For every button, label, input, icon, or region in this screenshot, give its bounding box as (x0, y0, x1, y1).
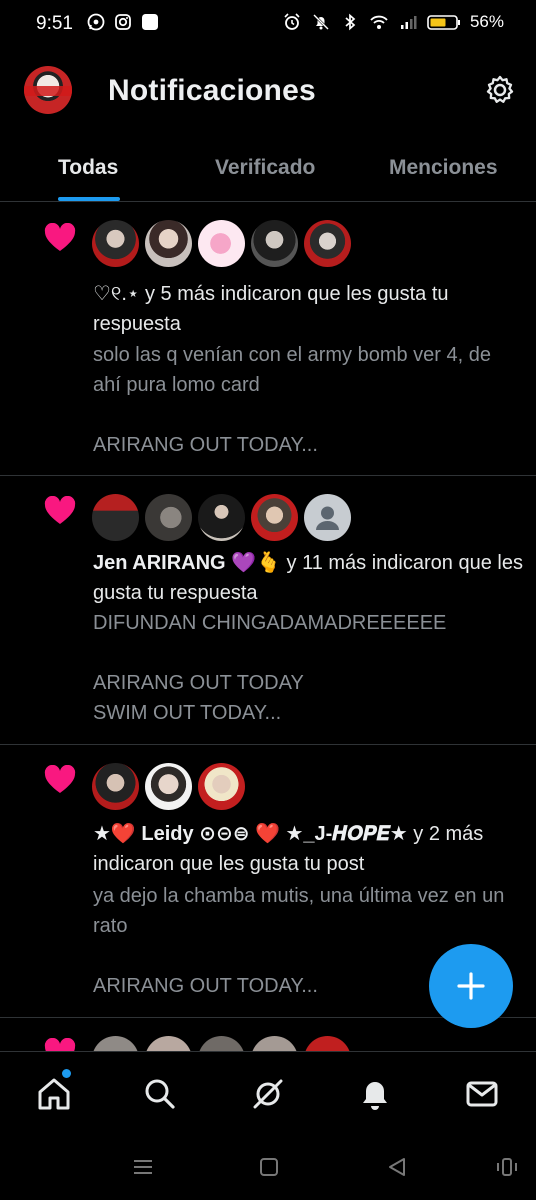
battery-percent: 56% (469, 12, 504, 31)
profile-avatar[interactable] (24, 66, 72, 114)
app-notification-icon (142, 14, 158, 30)
messages-mail-icon[interactable] (462, 1074, 502, 1114)
avatar[interactable] (145, 220, 192, 267)
status-bar: 9:51 56% (0, 0, 536, 48)
whatsapp-icon (87, 13, 105, 31)
compose-button[interactable] (429, 944, 513, 1028)
bottom-navigation (0, 1051, 536, 1135)
alarm-icon (284, 13, 300, 30)
tab-verificado[interactable]: Verificado (215, 156, 315, 180)
notifications-bell-icon[interactable] (355, 1074, 395, 1114)
avatar-row (92, 220, 351, 267)
home-icon[interactable] (34, 1074, 74, 1114)
avatar-row (92, 494, 351, 541)
avatar[interactable] (251, 494, 298, 541)
notification-item[interactable]: Jen ARIRANG 💜🫰 y 11 más indicaron que le… (0, 476, 536, 745)
status-app-icons (86, 12, 160, 32)
grok-icon[interactable] (248, 1074, 288, 1114)
notification-tabs: Todas Verificado Menciones (0, 140, 536, 202)
notification-text: Jen ARIRANG 💜🫰 y 11 más indicaron que le… (93, 548, 523, 608)
settings-gear-icon[interactable] (484, 74, 516, 106)
home-square-icon[interactable] (256, 1155, 282, 1179)
wifi-icon (370, 15, 388, 29)
avatar[interactable] (198, 494, 245, 541)
tab-menciones[interactable]: Menciones (389, 156, 498, 180)
search-icon[interactable] (140, 1074, 180, 1114)
avatar[interactable] (92, 220, 139, 267)
heart-icon (44, 765, 76, 793)
battery-icon (427, 15, 460, 30)
default-avatar[interactable] (304, 494, 351, 541)
notification-item[interactable]: ♡୧.⋆ y 5 más indicaron que les gusta tu … (0, 203, 536, 476)
avatar-row (92, 763, 245, 810)
mute-icon (313, 14, 329, 30)
avatar[interactable] (145, 494, 192, 541)
rotate-icon[interactable] (494, 1155, 520, 1179)
avatar[interactable] (251, 220, 298, 267)
avatar[interactable] (145, 763, 192, 810)
default-user-icon (316, 506, 339, 530)
heart-icon (44, 496, 76, 524)
avatar[interactable] (198, 763, 245, 810)
instagram-icon (115, 14, 131, 30)
heart-icon (44, 223, 76, 251)
notification-text: ★❤️ Leidy ⊙⊝⊜ ❤️ ★_J-𝑯𝑶𝑷𝑬★ y 2 más indic… (93, 819, 523, 879)
active-tab-indicator (58, 197, 120, 201)
actor-name[interactable]: ♡୧.⋆ (93, 283, 139, 305)
status-time: 9:51 (36, 13, 73, 34)
actor-name[interactable]: ★❤️ Leidy ⊙⊝⊜ ❤️ ★_J-𝑯𝑶𝑷𝑬★ (93, 823, 408, 845)
plus-icon (457, 972, 485, 1000)
back-icon[interactable] (384, 1155, 410, 1179)
menu-icon[interactable] (130, 1155, 156, 1179)
avatar[interactable] (198, 220, 245, 267)
avatar[interactable] (304, 220, 351, 267)
tab-todas[interactable]: Todas (58, 156, 118, 180)
actor-name[interactable]: Jen ARIRANG 💜🫰 (93, 552, 281, 574)
notification-text: ♡୧.⋆ y 5 más indicaron que les gusta tu … (93, 279, 523, 339)
home-unread-dot (62, 1069, 71, 1078)
page-title: Notificaciones (108, 74, 316, 107)
avatar[interactable] (92, 494, 139, 541)
header: Notificaciones (0, 60, 536, 124)
system-navigation-bar (0, 1135, 536, 1200)
post-snippet: DIFUNDAN CHINGADAMADREEEEEE ARIRANG OUT … (93, 612, 447, 724)
post-snippet: solo las q venían con el army bomb ver 4… (93, 344, 491, 456)
notification-action: y 5 más indicaron que les gusta tu respu… (93, 283, 449, 335)
bluetooth-icon (345, 13, 356, 31)
avatar[interactable] (92, 763, 139, 810)
signal-icon (400, 16, 417, 29)
status-system-icons: 56% (282, 12, 504, 32)
